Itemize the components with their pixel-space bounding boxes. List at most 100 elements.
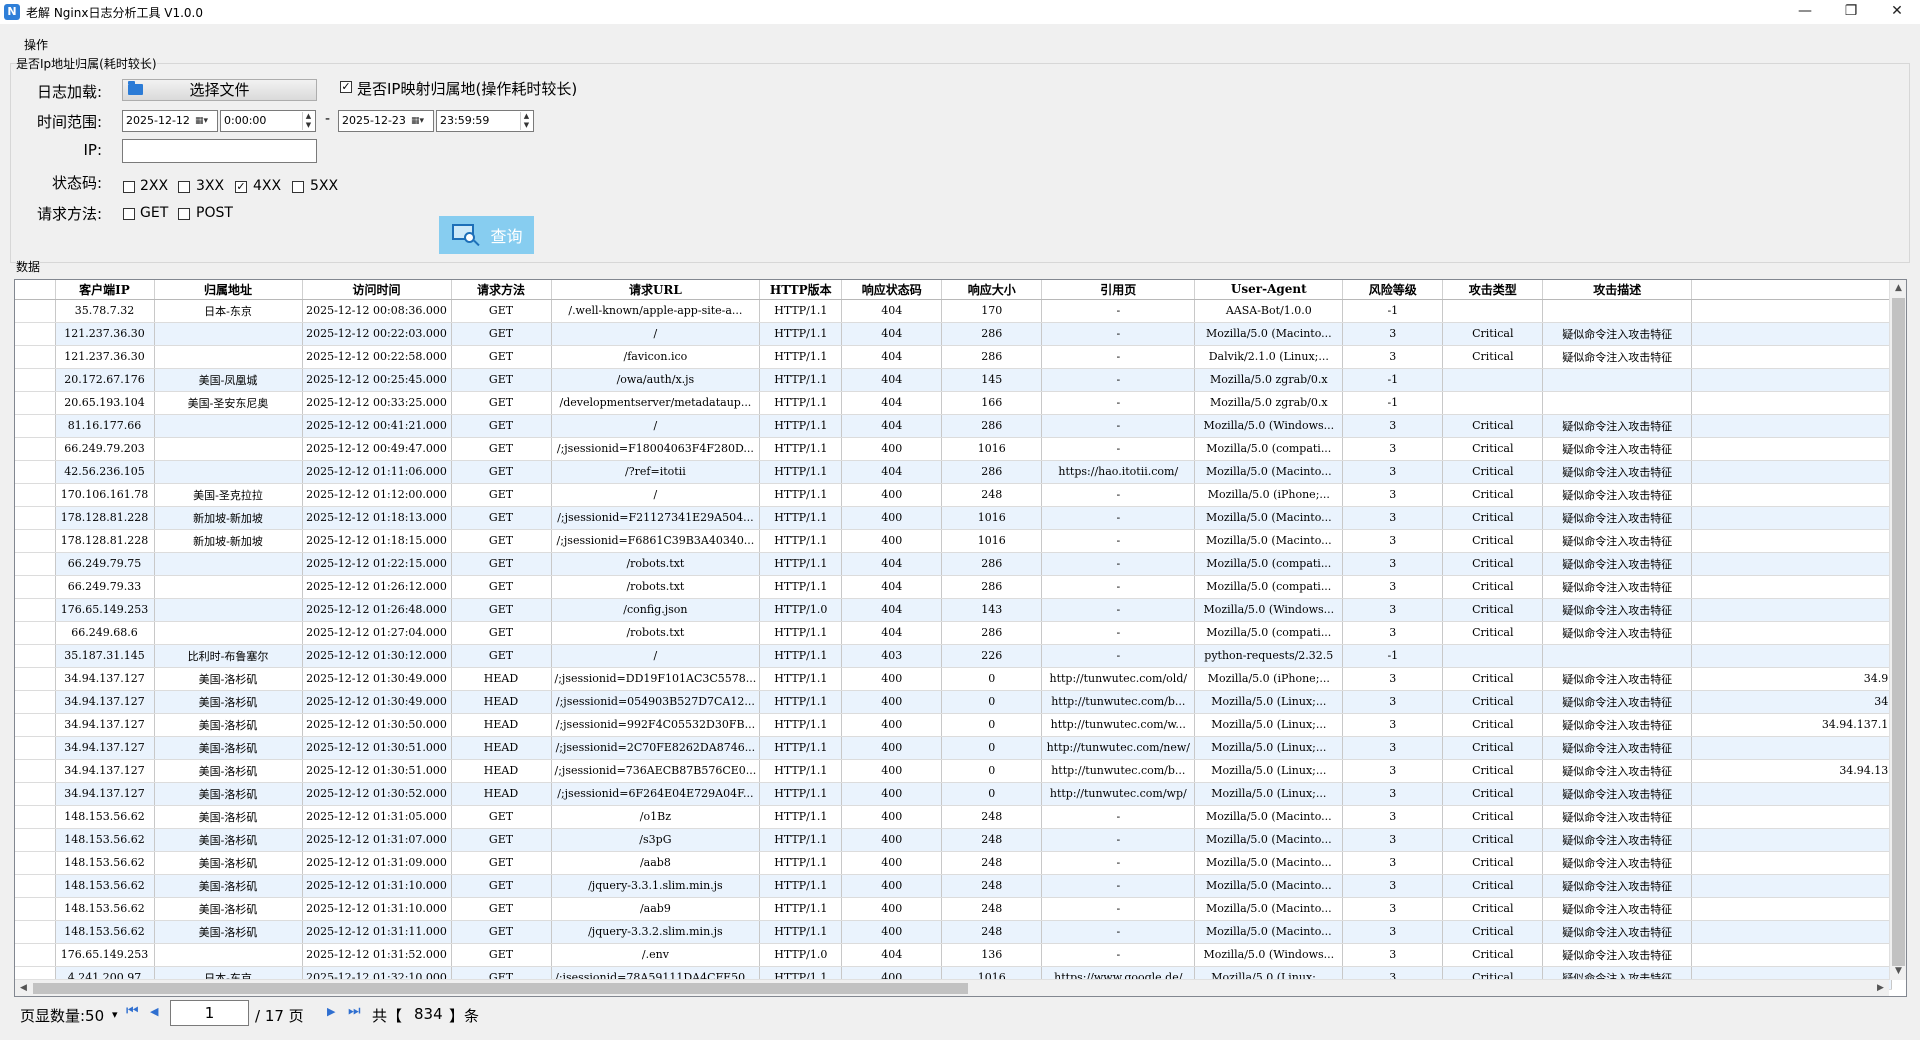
- column-header-status-code[interactable]: 响应状态码: [841, 280, 943, 300]
- status-5xx-checkbox[interactable]: [292, 181, 304, 193]
- calendar-dropdown-icon[interactable]: ▦▾: [411, 114, 431, 128]
- page-size-label[interactable]: 页显数量:50: [20, 1005, 104, 1026]
- table-row[interactable]: 20.65.193.104 美国-圣安东尼奥 2025-12-12 00:33:25…: [15, 391, 1893, 415]
- table-row[interactable]: 148.153.56.62 美国-洛杉矶 2025-12-12 01:31:07.0…: [15, 828, 1893, 852]
- cell-attack-type: Critical: [1442, 345, 1544, 369]
- column-header-risk-level[interactable]: 风险等级: [1342, 280, 1444, 300]
- table-row[interactable]: 34.94.137.127 美国-洛杉矶 2025-12-12 01:30:49.0…: [15, 667, 1893, 691]
- cell-location: [154, 943, 303, 967]
- table-row[interactable]: 148.153.56.62 美国-洛杉矶 2025-12-12 01:31:11.0…: [15, 920, 1893, 944]
- end-date-picker[interactable]: 2025-12-23 ▦▾: [338, 110, 434, 132]
- column-header-user-agent[interactable]: User-Agent: [1194, 280, 1344, 300]
- column-header-location[interactable]: 归属地址: [154, 280, 303, 300]
- cell-overflow: 34.9: [1691, 667, 1893, 691]
- scroll-left-icon[interactable]: ◀: [15, 980, 32, 996]
- table-row[interactable]: 148.153.56.62 美国-洛杉矶 2025-12-12 01:31:09.0…: [15, 851, 1893, 875]
- minimize-button[interactable]: —: [1782, 0, 1828, 24]
- table-row[interactable]: 148.153.56.62 美国-洛杉矶 2025-12-12 01:31:05.0…: [15, 805, 1893, 829]
- horizontal-scrollbar[interactable]: ◀ ▶: [15, 979, 1889, 996]
- table-row[interactable]: 20.172.67.176 美国-凤凰城 2025-12-12 00:25:45.0…: [15, 368, 1893, 392]
- column-header-attack-description[interactable]: 攻击描述: [1542, 280, 1693, 300]
- first-page-icon[interactable]: ⏮: [126, 1003, 139, 1019]
- column-header-http-version[interactable]: HTTP版本: [759, 280, 843, 300]
- table-row[interactable]: 170.106.161.78 美国-圣克拉拉 2025-12-12 01:12:00…: [15, 483, 1893, 507]
- column-header-overflow[interactable]: [1691, 280, 1893, 300]
- vertical-scroll-thumb[interactable]: [1892, 298, 1905, 966]
- cell-attack-type: Critical: [1442, 713, 1544, 737]
- window-controls: — ❐ ✕: [1782, 0, 1920, 24]
- table-row[interactable]: 81.16.177.66 2025-12-12 00:41:21.000 GET / H…: [15, 414, 1893, 438]
- cell-status-code: 404: [841, 621, 943, 645]
- column-header-response-size[interactable]: 响应大小: [941, 280, 1043, 300]
- end-time-input[interactable]: 23:59:59 ▲ ▼: [436, 110, 534, 132]
- cell-attack-type: Critical: [1442, 897, 1544, 921]
- table-row[interactable]: 66.249.79.75 2025-12-12 01:22:15.000 GET/r…: [15, 552, 1893, 576]
- page-size-dropdown-icon[interactable]: ▾: [112, 1008, 118, 1021]
- column-header-access-time[interactable]: 访问时间: [302, 280, 452, 300]
- table-row[interactable]: 178.128.81.228 新加坡-新加坡 2025-12-12 01:18:13…: [15, 506, 1893, 530]
- table-row[interactable]: 34.94.137.127 美国-洛杉矶 2025-12-12 01:30:50.0…: [15, 713, 1893, 737]
- table-row[interactable]: 148.153.56.62 美国-洛杉矶 2025-12-12 01:31:10.0…: [15, 874, 1893, 898]
- column-header-row-selector[interactable]: [15, 280, 56, 300]
- scroll-right-icon[interactable]: ▶: [1872, 980, 1889, 996]
- table-row[interactable]: 121.237.36.30 2025-12-12 00:22:58.000 GET /…: [15, 345, 1893, 369]
- method-post-checkbox[interactable]: [178, 208, 190, 220]
- table-row[interactable]: 66.249.79.33 2025-12-12 01:26:12.000 GET/r…: [15, 575, 1893, 599]
- cell-risk-level: 3: [1342, 460, 1444, 484]
- table-row[interactable]: 34.94.137.127 美国-洛杉矶 2025-12-12 01:30:51.0…: [15, 759, 1893, 783]
- table-row[interactable]: 34.94.137.127 美国-洛杉矶 2025-12-12 01:30:49.0…: [15, 690, 1893, 714]
- data-grid[interactable]: 客户端IP 归属地址 访问时间 请求方法 请求URL HTTP版本 响应状态码 响应大小 引用页…: [14, 279, 1907, 997]
- cell-method: GET: [451, 575, 552, 599]
- scroll-up-icon[interactable]: ▲: [1890, 280, 1906, 297]
- prev-page-icon[interactable]: ◀: [150, 1005, 158, 1018]
- close-button[interactable]: ✕: [1874, 0, 1920, 24]
- table-row[interactable]: 176.65.149.253 2025-12-12 01:26:48.000 GET…: [15, 598, 1893, 622]
- table-row[interactable]: 178.128.81.228 新加坡-新加坡 2025-12-12 01:18:15…: [15, 529, 1893, 553]
- cell-overflow: [1691, 736, 1893, 760]
- status-3xx-checkbox[interactable]: [178, 181, 190, 193]
- table-row[interactable]: 148.153.56.62 美国-洛杉矶 2025-12-12 01:31:10.0…: [15, 897, 1893, 921]
- start-time-value: 0:00:00: [224, 114, 267, 127]
- scroll-down-icon[interactable]: ▼: [1890, 963, 1906, 980]
- column-header-url[interactable]: 请求URL: [551, 280, 761, 300]
- ip-map-checkbox[interactable]: ✓: [340, 81, 352, 93]
- cell-user-agent: Mozilla/5.0 (compati...: [1194, 437, 1344, 461]
- menu-operate[interactable]: 操作: [24, 36, 48, 53]
- start-time-input[interactable]: 0:00:00 ▲ ▼: [220, 110, 316, 132]
- table-row[interactable]: 66.249.68.6 2025-12-12 01:27:04.000 GET/ro…: [15, 621, 1893, 645]
- method-get-checkbox[interactable]: [123, 208, 135, 220]
- column-header-method[interactable]: 请求方法: [451, 280, 552, 300]
- next-page-icon[interactable]: ▶: [327, 1005, 335, 1018]
- ip-map-label: 是否IP映射归属地(操作耗时较长): [357, 80, 578, 98]
- column-header-attack-type[interactable]: 攻击类型: [1442, 280, 1544, 300]
- cell-location: [154, 322, 303, 346]
- column-header-referer[interactable]: 引用页: [1041, 280, 1196, 300]
- cell-status-code: 400: [841, 667, 943, 691]
- calendar-dropdown-icon[interactable]: ▦▾: [195, 114, 215, 128]
- folder-icon: [128, 81, 143, 95]
- table-row[interactable]: 34.94.137.127 美国-洛杉矶 2025-12-12 01:30:51.0…: [15, 736, 1893, 760]
- status-2xx-checkbox[interactable]: [123, 181, 135, 193]
- table-row[interactable]: 42.56.236.105 2025-12-12 01:11:06.000 GET /…: [15, 460, 1893, 484]
- ip-input[interactable]: [122, 139, 317, 163]
- table-row[interactable]: 66.249.79.203 2025-12-12 00:49:47.000 GET /…: [15, 437, 1893, 461]
- cell-location: 美国-洛杉矶: [154, 851, 303, 875]
- spinner-icon[interactable]: ▲ ▼: [302, 112, 314, 130]
- table-row[interactable]: 121.237.36.30 2025-12-12 00:22:03.000 GET /…: [15, 322, 1893, 346]
- last-page-icon[interactable]: ⏭: [348, 1003, 361, 1019]
- choose-file-button[interactable]: 选择文件: [122, 79, 317, 101]
- column-header-client-ip[interactable]: 客户端IP: [55, 280, 155, 300]
- cell-referer: http://tunwutec.com/w...: [1041, 713, 1196, 737]
- spinner-icon[interactable]: ▲ ▼: [520, 112, 532, 130]
- restore-button[interactable]: ❐: [1828, 0, 1874, 24]
- table-row[interactable]: 34.94.137.127 美国-洛杉矶 2025-12-12 01:30:52.0…: [15, 782, 1893, 806]
- horizontal-scroll-thumb[interactable]: [33, 983, 968, 994]
- status-4xx-checkbox[interactable]: ✓: [235, 181, 247, 193]
- table-row[interactable]: 35.78.7.32 日本-东京 2025-12-12 00:08:36.000 GE…: [15, 299, 1893, 323]
- vertical-scrollbar[interactable]: ▲ ▼: [1889, 280, 1906, 980]
- table-row[interactable]: 35.187.31.145 比利时-布鲁塞尔 2025-12-12 01:30:12…: [15, 644, 1893, 668]
- query-button[interactable]: 查询: [439, 216, 534, 254]
- current-page-input[interactable]: 1: [170, 1000, 249, 1026]
- start-date-picker[interactable]: 2025-12-12 ▦▾: [122, 110, 218, 132]
- table-row[interactable]: 176.65.149.253 2025-12-12 01:31:52.000 GET…: [15, 943, 1893, 967]
